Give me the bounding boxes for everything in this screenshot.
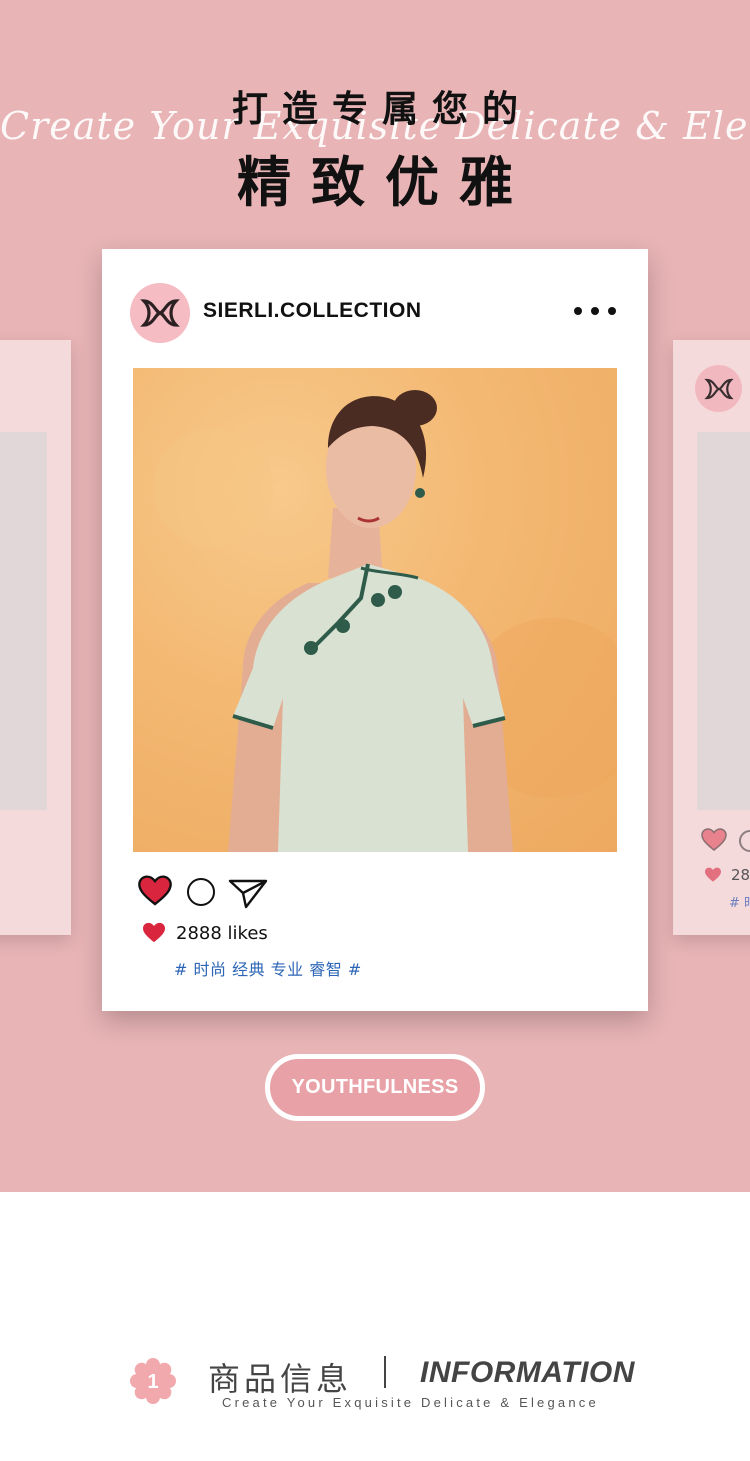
info-title-cn: 商品信息: [208, 1360, 353, 1398]
post-tags[interactable]: # 时尚 经典 专业 睿智 #: [174, 956, 362, 980]
headline-line-2: 精致优雅: [237, 151, 533, 214]
youthfulness-button[interactable]: YOUTHFULNESS: [265, 1054, 485, 1121]
flower-number-badge-icon: 1: [130, 1358, 176, 1404]
side-card-right: 288 # 时: [673, 340, 750, 935]
side-card-likes-heart-icon: [705, 867, 721, 882]
info-divider: [384, 1356, 386, 1388]
side-card-left: [0, 340, 71, 935]
hero-section: Create Your Exquisite Delicate & Eleganc…: [0, 0, 750, 1192]
side-card-likes-text: 288: [731, 866, 750, 884]
side-card-comment-icon: [739, 830, 750, 852]
likes-heart-icon: [143, 922, 165, 943]
model-photo-illustration: [153, 390, 617, 852]
side-card-brand-monogram-icon: [695, 365, 742, 412]
likes-count: 2888 likes: [176, 923, 268, 944]
more-dots-icon[interactable]: [574, 303, 616, 319]
heart-icon[interactable]: [138, 875, 172, 907]
send-paper-plane-icon[interactable]: [228, 877, 268, 909]
account-name[interactable]: SIERLI.COLLECTION: [203, 299, 422, 323]
post-card: SIERLI.COLLECTION 2888 likes # 时尚 经典 专业 …: [102, 249, 648, 1011]
post-photo[interactable]: [133, 368, 617, 852]
side-card-tags-text: # 时: [729, 896, 750, 911]
info-subtitle: Create Your Exquisite Delicate & Eleganc…: [222, 1395, 599, 1410]
side-card-left-photo-placeholder: [0, 432, 47, 810]
info-title-en: INFORMATION: [420, 1356, 635, 1389]
brand-monogram-icon[interactable]: [130, 283, 190, 343]
side-card-heart-icon: [701, 828, 727, 851]
headline-line-1: 打造专属您的: [231, 89, 532, 130]
comment-circle-icon[interactable]: [187, 878, 215, 906]
badge-number: 1: [147, 1371, 158, 1393]
side-card-right-photo-placeholder: [697, 432, 750, 810]
